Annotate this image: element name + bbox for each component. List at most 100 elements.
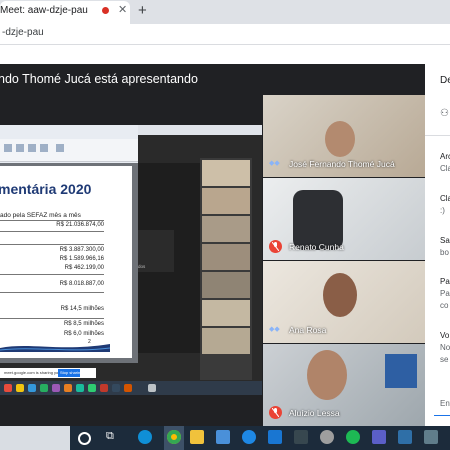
chat-sender: Vo [440, 331, 450, 340]
document-subtitle: ado pela SEFAZ mês a mês [0, 212, 81, 219]
recording-indicator-icon [102, 7, 109, 14]
shared-taskbar-icon [52, 384, 60, 392]
mic-muted-icon [269, 406, 282, 419]
people-icon[interactable]: ⚇ [440, 108, 449, 119]
table-value: R$ 8,5 milhões [63, 321, 104, 327]
participant-tile[interactable]: ◆◆ José Fernando Thomé Jucá [263, 95, 425, 177]
speaking-indicator-icon: ◆◆ [269, 326, 280, 333]
camera-icon[interactable] [294, 430, 308, 444]
table-value: R$ 6,0 milhões [63, 331, 104, 337]
address-text: -dzje-pau [2, 27, 44, 38]
chat-message: Cla [440, 164, 450, 173]
taskbar-left-area [0, 426, 70, 450]
edge-icon[interactable] [138, 430, 152, 444]
table-line [0, 292, 104, 293]
shared-thumbnail [202, 216, 250, 242]
participant-face [325, 121, 355, 157]
shared-window-titlebar-right [138, 125, 262, 135]
participant-name: Aluízio Lessa [289, 408, 340, 418]
shared-taskbar-icon [112, 384, 120, 392]
table-line [0, 318, 104, 319]
new-tab-button[interactable]: + [138, 2, 147, 19]
participant-tile[interactable]: Aluízio Lessa [263, 344, 425, 426]
mic-muted-icon [269, 240, 282, 253]
chat-sender: Cla [440, 194, 450, 203]
participant-face [307, 350, 347, 400]
shared-thumbnail [202, 188, 250, 214]
address-bar[interactable] [0, 24, 450, 45]
chat-sender: Pa [440, 277, 450, 286]
table-line [0, 244, 104, 245]
search-icon[interactable] [78, 432, 91, 445]
table-value: R$ 14,5 milhões [60, 306, 104, 312]
ribbon-icon [28, 144, 36, 152]
ribbon-icon [4, 144, 12, 152]
participant-name: Ana Rosa [289, 325, 327, 335]
shared-taskbar-icon [40, 384, 48, 392]
table-value: R$ 8.018.887,00 [59, 281, 104, 287]
file-explorer-icon[interactable] [190, 430, 204, 444]
speaking-indicator-icon: ◆◆ [269, 160, 280, 167]
chat-input[interactable]: Env [440, 399, 450, 408]
tab-title: Meet: aaw-dzje-pau [0, 5, 88, 16]
chat-sender: Sa [440, 236, 450, 245]
table-value: R$ 21.036.874,00 [56, 222, 104, 228]
ribbon-icon [56, 144, 64, 152]
ribbon-icon [16, 144, 24, 152]
photos-icon[interactable] [398, 430, 412, 444]
participant-tile[interactable]: ◆◆ Ana Rosa [263, 261, 425, 343]
table-value: R$ 1.589.966,16 [59, 256, 104, 262]
shared-card-text: dos [138, 264, 146, 269]
table-line [0, 220, 104, 221]
document-title: mentária 2020 [0, 181, 92, 197]
presenting-banner: ndo Thomé Jucá está apresentando [0, 72, 198, 86]
shared-thumbnail [202, 328, 250, 354]
spotify-icon[interactable] [346, 430, 360, 444]
document-page-number: 2 [88, 339, 91, 345]
shared-taskbar-icon [148, 384, 156, 392]
chat-message: :) [440, 206, 445, 215]
shared-taskbar-icon [28, 384, 36, 392]
chrome-icon[interactable] [167, 430, 181, 444]
participant-name: Renato Cunha [289, 242, 344, 252]
ribbon-icon [40, 144, 48, 152]
chat-input-underline [434, 415, 450, 416]
edge-icon[interactable] [242, 430, 256, 444]
store-icon[interactable] [216, 430, 230, 444]
shared-taskbar-icon [16, 384, 24, 392]
table-value: R$ 462.199,00 [64, 265, 104, 271]
table-line [0, 274, 104, 275]
chat-message: co [440, 301, 449, 310]
shared-thumbnail [202, 160, 250, 186]
mail-icon[interactable] [268, 430, 282, 444]
shared-taskbar-icon [64, 384, 72, 392]
chat-message: bo [440, 248, 449, 257]
chat-sender: Arc [440, 152, 450, 161]
panel-divider [425, 135, 450, 136]
participant-name: José Fernando Thomé Jucá [289, 159, 395, 169]
shared-taskbar-icon [76, 384, 84, 392]
tool-icon[interactable] [320, 430, 334, 444]
shared-thumbnail [202, 272, 250, 298]
chat-message: No [440, 343, 450, 352]
participant-face [323, 273, 357, 317]
shared-taskbar-icon [88, 384, 96, 392]
stop-sharing-label: Stop sharing [60, 370, 83, 375]
shared-thumbnail [202, 300, 250, 326]
shared-taskbar-icon [4, 384, 12, 392]
app-icon[interactable] [424, 430, 438, 444]
teams-icon[interactable] [372, 430, 386, 444]
participant-tile[interactable]: Renato Cunha [263, 178, 425, 260]
shared-taskbar-icon [100, 384, 108, 392]
chat-message: Pa [440, 289, 450, 298]
tab-close-icon[interactable]: ✕ [118, 3, 127, 16]
chair-shape [293, 190, 343, 250]
chat-message: se [440, 355, 449, 364]
wall-painting [385, 354, 417, 388]
task-view-icon[interactable]: ⧉ [106, 430, 120, 444]
chat-panel-header: De [440, 75, 450, 86]
table-line [0, 231, 104, 232]
table-value: R$ 3.887.300,00 [59, 247, 104, 253]
document-wave-graphic [0, 344, 110, 352]
shared-thumbnail [202, 244, 250, 270]
